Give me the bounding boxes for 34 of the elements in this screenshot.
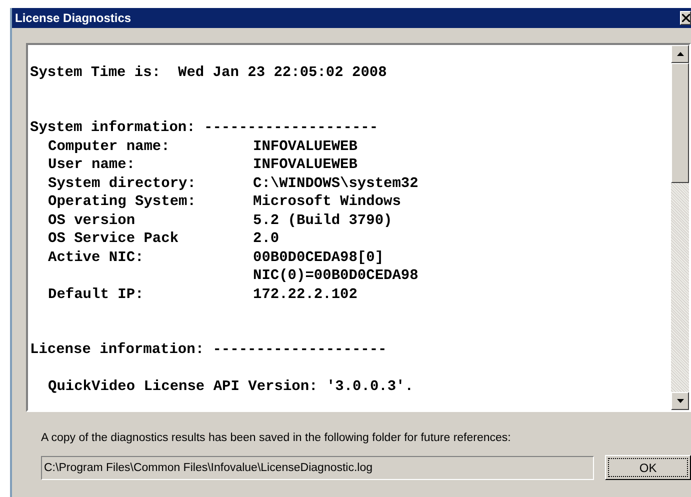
info-label: Active NIC: <box>48 248 145 267</box>
license-line: QuickVideo License API Version: '3.0.0.3'. <box>47 378 414 396</box>
info-label: System directory: <box>48 174 197 193</box>
info-label: OS version <box>48 212 136 230</box>
info-value: 5.2 (Build 3790) <box>253 212 392 230</box>
info-label: Operating System: <box>48 193 197 212</box>
time-label: System Time is: <box>30 64 162 82</box>
info-value: 2.0 <box>253 230 280 248</box>
info-value: INFOVALUEWEB <box>253 156 358 174</box>
info-label: Computer name: <box>48 138 171 156</box>
scroll-up-button[interactable] <box>671 45 689 63</box>
saved-message: A copy of the diagnostics results has been saved in the following folder for future references: <box>41 432 512 444</box>
scroll-thumb[interactable] <box>671 63 689 183</box>
info-label: OS Service Pack <box>48 230 180 248</box>
window-title: License Diagnostics <box>15 11 132 25</box>
info-value: C:\WINDOWS\system32 <box>253 174 418 193</box>
info-label: Default IP: <box>48 286 145 304</box>
close-icon <box>682 14 690 22</box>
info-value: Microsoft Windows <box>253 193 401 212</box>
scrollbar[interactable] <box>671 45 689 410</box>
close-button[interactable] <box>680 11 691 25</box>
down-arrow-icon <box>676 399 684 403</box>
info-label: User name: <box>48 156 136 174</box>
info-value: 172.22.2.102 <box>253 286 358 304</box>
scroll-down-button[interactable] <box>671 392 689 410</box>
up-arrow-icon <box>676 52 684 56</box>
log-path-field[interactable]: C:\Program Files\Common Files\Infovalue\LicenseDiagnostic.log <box>41 456 594 480</box>
section-heading: License information: -------------------- <box>30 341 388 360</box>
section-heading: System information: -------------------- <box>30 119 380 138</box>
ok-button[interactable]: OK <box>605 455 691 480</box>
system-time-value: Wed Jan 23 22:05:02 2008 <box>178 64 387 80</box>
info-value: NIC(0)=00B0D0CEDA98 <box>253 267 418 286</box>
info-value: INFOVALUEWEB <box>253 138 358 156</box>
info-value: 00B0D0CEDA98[0] <box>253 248 384 267</box>
